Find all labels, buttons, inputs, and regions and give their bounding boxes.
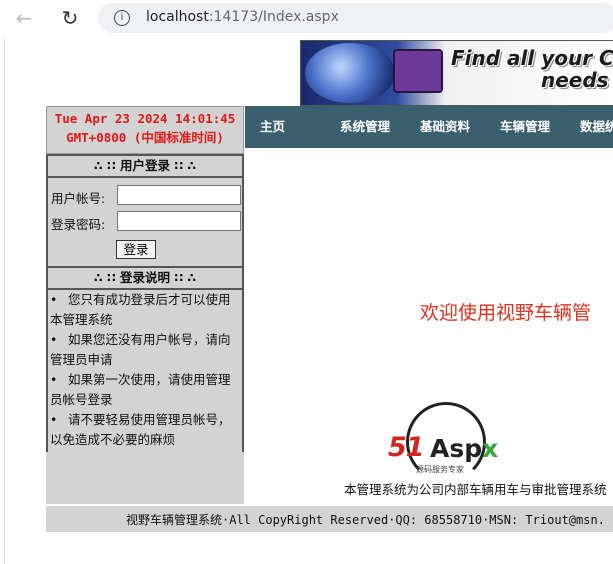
note-text: 如果您还没有用户帐号，请向管理员申请: [50, 332, 231, 367]
url-path: :14173/Index.aspx: [208, 9, 339, 25]
list-item: • 如果第一次使用，请使用管理员帐号登录: [50, 370, 240, 410]
clock-timezone: GMT+0800 (中国标准时间): [66, 130, 224, 145]
login-notes-panel: ∴ ∷ 登录说明 ∷ ∴ • 您只有成功登录后才可以使用本管理系统 • 如果您还没有…: [46, 266, 244, 452]
url-text[interactable]: localhost:14173/Index.aspx: [146, 9, 339, 25]
address-bar[interactable]: i localhost:14173/Index.aspx: [98, 3, 613, 33]
notes-body: • 您只有成功登录后才可以使用本管理系统 • 如果您还没有用户帐号，请向管理员申请 …: [48, 290, 242, 452]
notes-list: • 您只有成功登录后才可以使用本管理系统 • 如果您还没有用户帐号，请向管理员申请 …: [50, 290, 240, 450]
main-menu: 主页 系统管理 基础资料 车辆管理 数据统: [245, 106, 613, 148]
bullet-icon: •: [50, 292, 58, 307]
menu-item-vehicles[interactable]: 车辆管理: [500, 106, 550, 148]
notes-panel-title: ∴ ∷ 登录说明 ∷ ∴: [48, 268, 242, 290]
banner-line-2: needs: [541, 68, 609, 92]
url-host: localhost: [146, 9, 209, 25]
note-text: 如果第一次使用，请使用管理员帐号登录: [50, 372, 231, 407]
logo-x: x: [482, 434, 499, 463]
list-item: • 您只有成功登录后才可以使用本管理系统: [50, 290, 240, 330]
welcome-message: 欢迎使用视野车辆管: [420, 302, 592, 324]
login-panel-title: ∴ ∷ 用户登录 ∷ ∴: [48, 156, 242, 178]
menu-item-basic-data[interactable]: 基础资料: [420, 106, 470, 148]
page-edge-line: [4, 36, 5, 564]
username-row: 用户帐号:: [51, 185, 241, 207]
site-logo: 51 Aspx 源码服务专家: [388, 402, 518, 482]
bullet-icon: •: [50, 412, 58, 427]
password-label: 登录密码:: [51, 217, 106, 232]
list-item: • 请不要轻易使用管理员帐号，以免造成不必要的麻烦: [50, 410, 240, 450]
banner-slogan: Find all your C needs: [451, 47, 613, 91]
logo-asp: Asp: [430, 434, 483, 463]
list-item: • 如果您还没有用户帐号，请向管理员申请: [50, 330, 240, 370]
clock-display: Tue Apr 23 2024 14:01:45 GMT+0800 (中国标准时…: [46, 106, 244, 154]
system-description: 本管理系统为公司内部车辆用车与审批管理系统: [344, 482, 607, 497]
menu-item-system[interactable]: 系统管理: [340, 106, 390, 148]
footer-copyright: 视野车辆管理系统·All CopyRight Reserved·QQ: 6855…: [126, 513, 605, 527]
site-info-icon[interactable]: i: [114, 10, 130, 26]
menu-item-statistics[interactable]: 数据统: [580, 106, 613, 148]
login-button[interactable]: 登录: [116, 240, 156, 259]
logo-mark-51: 51: [388, 432, 425, 463]
password-row: 登录密码:: [51, 211, 241, 233]
bullet-icon: •: [50, 372, 58, 387]
computer-image: [393, 49, 443, 93]
page-content: Find all your C needs Tue Apr 23 2024 14…: [0, 36, 613, 564]
footer: 视野车辆管理系统·All CopyRight Reserved·QQ: 6855…: [46, 506, 613, 532]
username-input[interactable]: [117, 185, 241, 205]
clock-date: Tue Apr 23 2024 14:01:45: [54, 111, 236, 126]
note-text: 您只有成功登录后才可以使用本管理系统: [50, 292, 231, 327]
bullet-icon: •: [50, 332, 58, 347]
logo-wordmark: Aspx: [430, 434, 498, 463]
globe-image: [305, 43, 395, 103]
header-banner: Find all your C needs: [300, 40, 613, 106]
password-input[interactable]: [117, 211, 241, 231]
login-form: 用户帐号: 登录密码: 登录: [48, 178, 242, 266]
login-panel: ∴ ∷ 用户登录 ∷ ∴ 用户帐号: 登录密码: 登录: [46, 154, 244, 266]
username-label: 用户帐号:: [51, 191, 106, 206]
left-sidebar: Tue Apr 23 2024 14:01:45 GMT+0800 (中国标准时…: [46, 106, 244, 504]
logo-tagline: 源码服务专家: [416, 465, 464, 474]
banner-line-1: Find all your C: [451, 46, 613, 70]
back-arrow-icon[interactable]: ←: [12, 6, 36, 30]
note-text: 请不要轻易使用管理员帐号，以免造成不必要的麻烦: [50, 412, 231, 447]
reload-icon[interactable]: ↻: [58, 6, 82, 30]
browser-toolbar: ← ↻ i localhost:14173/Index.aspx: [0, 0, 613, 36]
menu-item-home[interactable]: 主页: [260, 106, 285, 148]
